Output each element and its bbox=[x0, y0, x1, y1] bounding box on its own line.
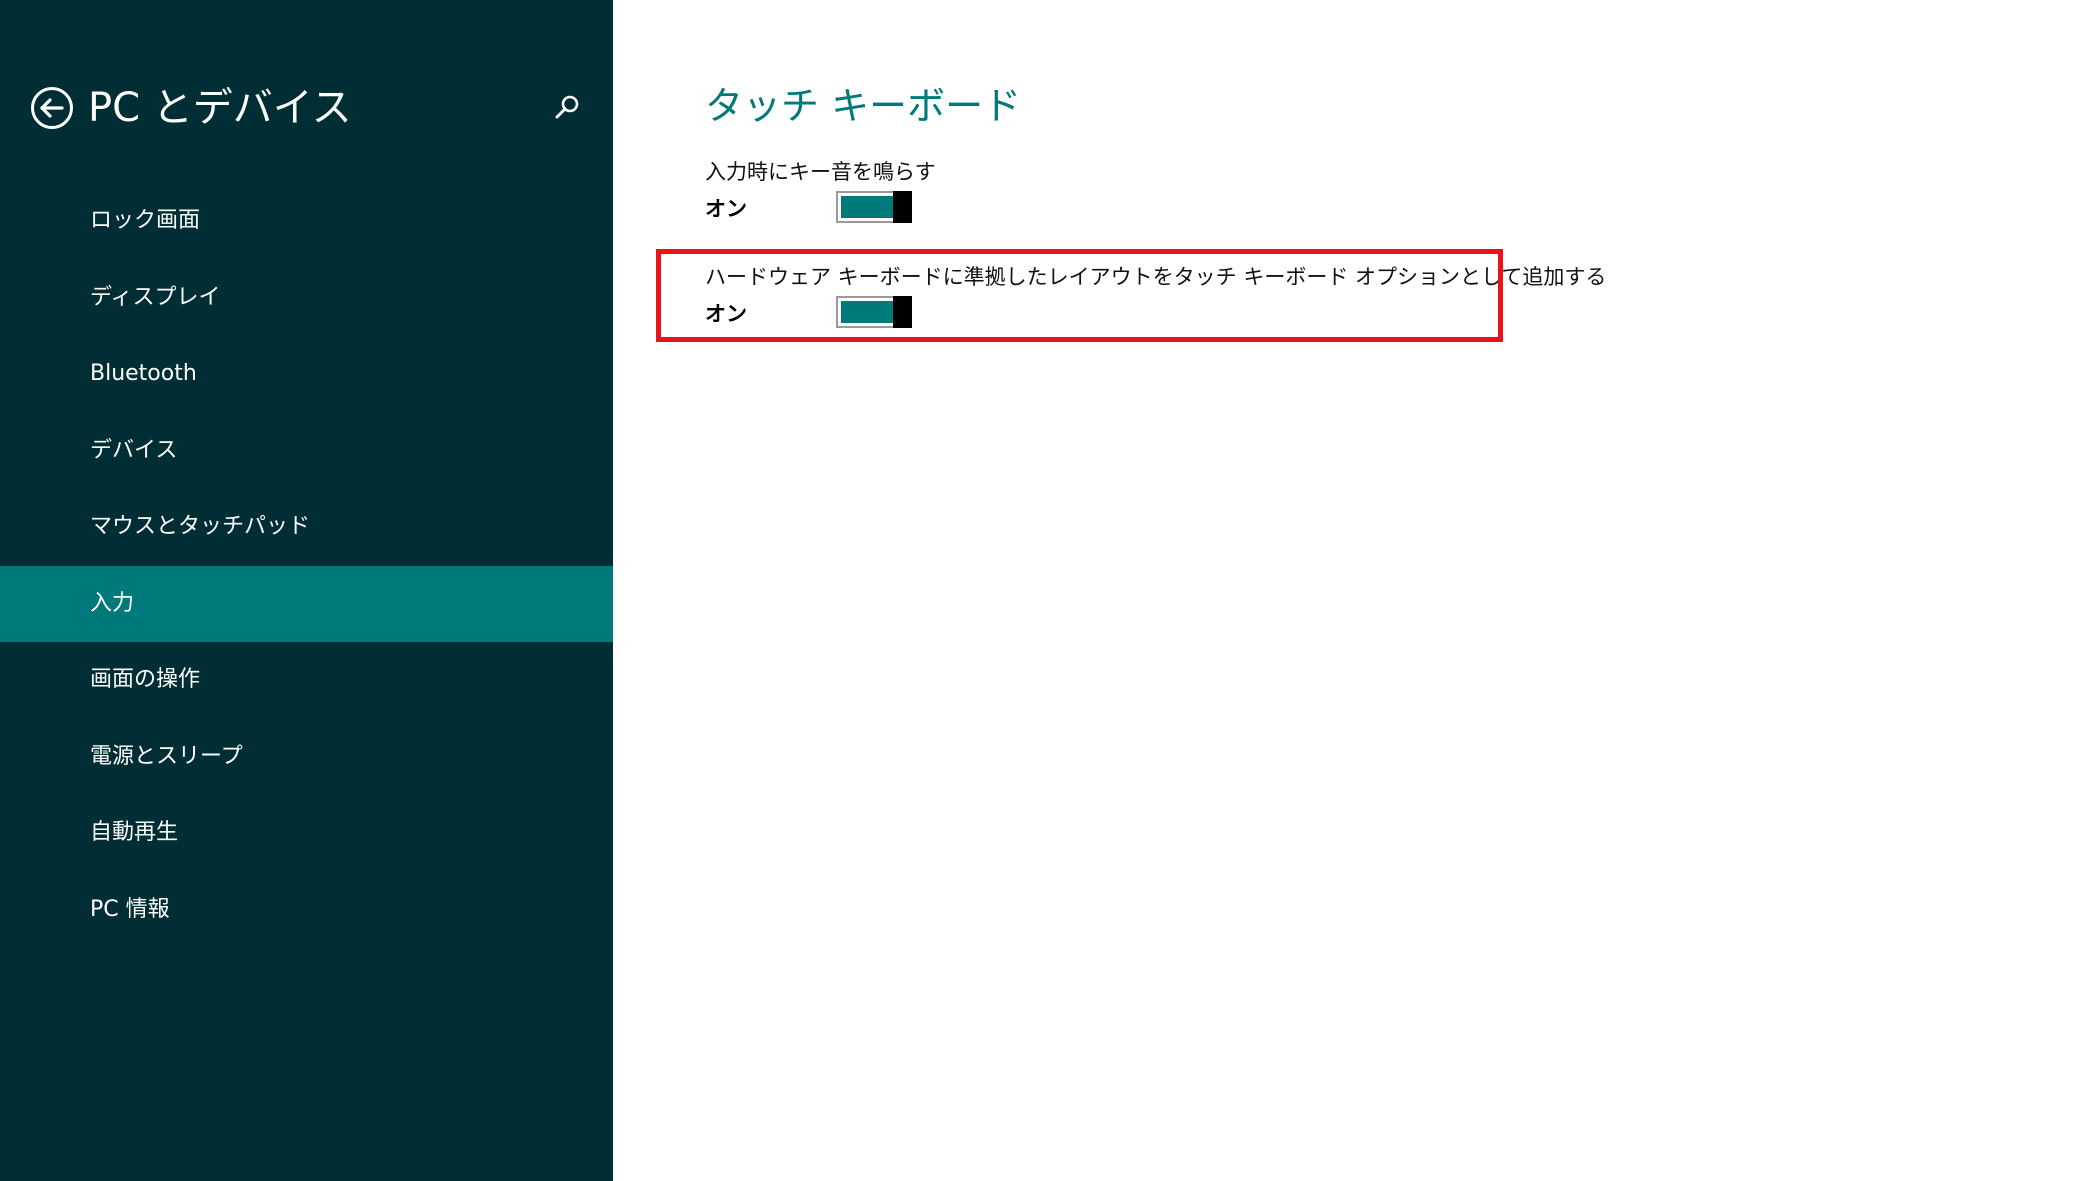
sidebar-item-label: 入力 bbox=[90, 590, 135, 616]
settings-window: PC とデバイス ロック画面 ディスプレイ Bluetooth デバイス マウス… bbox=[0, 0, 2100, 1181]
sidebar-nav: ロック画面 ディスプレイ Bluetooth デバイス マウスとタッチパッド 入… bbox=[0, 183, 613, 948]
back-button[interactable] bbox=[30, 86, 74, 130]
setting-key-sounds: 入力時にキー音を鳴らす オン bbox=[705, 157, 936, 227]
sidebar-item-bluetooth[interactable]: Bluetooth bbox=[0, 336, 613, 413]
sidebar-item-label: デバイス bbox=[90, 437, 178, 463]
sidebar-item-display[interactable]: ディスプレイ bbox=[0, 260, 613, 337]
sidebar-item-devices[interactable]: デバイス bbox=[0, 413, 613, 490]
toggle-thumb bbox=[893, 191, 912, 223]
setting-row: オン bbox=[705, 296, 1606, 332]
sidebar: PC とデバイス ロック画面 ディスプレイ Bluetooth デバイス マウス… bbox=[0, 0, 613, 1181]
key-sounds-toggle[interactable] bbox=[836, 191, 912, 223]
hardware-layout-toggle[interactable] bbox=[836, 296, 912, 328]
main-content: タッチ キーボード 入力時にキー音を鳴らす オン ハードウェア キーボードに準拠… bbox=[613, 0, 2100, 1181]
sidebar-item-autoplay[interactable]: 自動再生 bbox=[0, 795, 613, 872]
toggle-thumb bbox=[893, 296, 912, 328]
search-icon bbox=[555, 95, 579, 119]
sidebar-item-label: マウスとタッチパッド bbox=[90, 514, 311, 539]
toggle-fill bbox=[841, 196, 894, 218]
setting-row: オン bbox=[705, 191, 936, 227]
setting-state-text: オン bbox=[705, 197, 747, 221]
sidebar-item-typing[interactable]: 入力 bbox=[0, 565, 613, 642]
setting-state-text: オン bbox=[705, 302, 747, 326]
sidebar-item-label: PC 情報 bbox=[90, 896, 170, 922]
sidebar-item-power-sleep[interactable]: 電源とスリープ bbox=[0, 719, 613, 796]
sidebar-header: PC とデバイス bbox=[30, 78, 590, 138]
sidebar-item-mouse-touchpad[interactable]: マウスとタッチパッド bbox=[0, 489, 613, 566]
back-arrow-circle-icon bbox=[31, 87, 73, 129]
sidebar-item-label: ディスプレイ bbox=[90, 284, 221, 310]
page-title: PC とデバイス bbox=[88, 85, 352, 131]
sidebar-item-corners-edges[interactable]: 画面の操作 bbox=[0, 642, 613, 719]
sidebar-item-lock-screen[interactable]: ロック画面 bbox=[0, 183, 613, 260]
sidebar-item-pc-info[interactable]: PC 情報 bbox=[0, 872, 613, 949]
search-button[interactable] bbox=[553, 92, 583, 122]
setting-hardware-layout: ハードウェア キーボードに準拠したレイアウトをタッチ キーボード オプションとし… bbox=[705, 262, 1606, 332]
setting-label: 入力時にキー音を鳴らす bbox=[705, 160, 936, 184]
setting-label: ハードウェア キーボードに準拠したレイアウトをタッチ キーボード オプションとし… bbox=[705, 265, 1607, 289]
section-title: タッチ キーボード bbox=[705, 84, 1022, 128]
sidebar-item-label: 電源とスリープ bbox=[90, 743, 243, 769]
sidebar-item-label: 自動再生 bbox=[90, 820, 179, 845]
toggle-fill bbox=[841, 301, 894, 323]
sidebar-item-label: 画面の操作 bbox=[90, 667, 201, 692]
sidebar-item-label: Bluetooth bbox=[90, 361, 197, 386]
sidebar-item-label: ロック画面 bbox=[90, 208, 201, 233]
